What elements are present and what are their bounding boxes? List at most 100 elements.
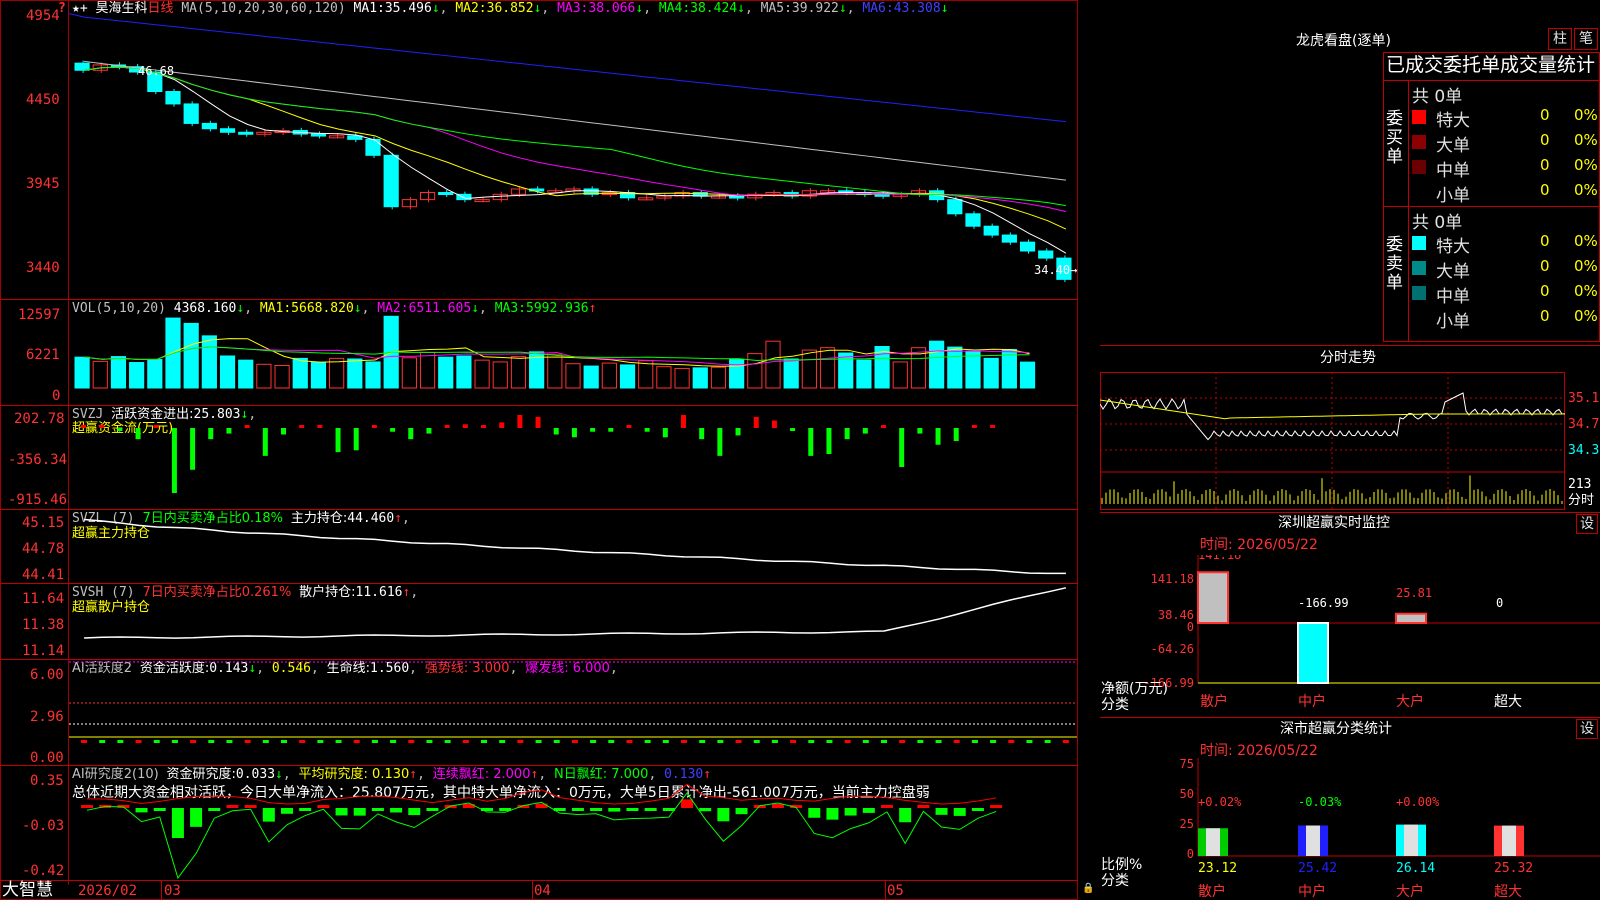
tick-view-button[interactable]: 笔 <box>1574 28 1598 50</box>
activity-bar <box>281 740 287 743</box>
flow-bar <box>499 422 505 428</box>
flow-bar <box>590 428 596 432</box>
volume-bar <box>1019 361 1036 389</box>
flow-bar <box>208 428 214 440</box>
buy-row-pct: 0% <box>1574 131 1598 149</box>
research-bar <box>644 808 657 811</box>
buy-row-value: 0 <box>1540 181 1550 199</box>
candle-body <box>201 122 217 130</box>
bar-view-button[interactable]: 柱 <box>1548 28 1572 50</box>
activity-bar <box>481 740 487 743</box>
monitor-value: -166.99 <box>1298 596 1349 610</box>
research-bar <box>281 808 293 814</box>
price-tick: 4954 <box>26 8 60 24</box>
ai-research-tick: -0.03 <box>22 818 65 834</box>
monitor-bar <box>1395 612 1427 624</box>
buy-row-value: 0 <box>1540 106 1550 124</box>
activity-bar <box>444 740 451 743</box>
activity-bar <box>571 740 578 743</box>
candle-body <box>947 199 963 215</box>
high-label: 46.68 <box>138 64 175 78</box>
activity-bar <box>626 740 633 743</box>
activity-bar <box>208 740 215 743</box>
flow-bar <box>735 428 741 436</box>
monitor-chart[interactable]: 141.1838.460-64.26-166.99141.18-166.9925… <box>1100 555 1600 710</box>
flow-bar <box>390 428 396 432</box>
ai-active-chart[interactable] <box>69 660 1077 765</box>
research-bar <box>81 805 93 808</box>
sell-row-value: 0 <box>1540 232 1550 250</box>
fund-flow-chart[interactable] <box>69 406 1077 509</box>
activity-bar <box>790 740 797 743</box>
volume-bar <box>419 351 436 389</box>
activity-bar <box>135 740 142 743</box>
price-chart[interactable] <box>69 0 1077 299</box>
candle-body <box>729 195 745 199</box>
activity-bar <box>299 740 306 743</box>
activity-bar <box>353 740 360 743</box>
activity-bar <box>699 740 706 743</box>
classify-settings-button[interactable]: 设 <box>1576 719 1598 739</box>
candle-body <box>183 103 199 124</box>
classify-time: 时间: 2026/05/22 <box>1200 743 1318 759</box>
activity-bar <box>771 740 778 743</box>
buy-color-swatch <box>1412 110 1426 124</box>
buy-row-pct: 0% <box>1574 181 1598 199</box>
vol-tick: 12597 <box>18 307 61 323</box>
volume-bar <box>474 359 490 389</box>
brand-label[interactable]: 大智慧 <box>2 882 53 899</box>
lock-icon[interactable]: 🔒 <box>1082 884 1094 894</box>
research-bar <box>371 808 384 811</box>
svzl-tick: 44.78 <box>22 541 65 557</box>
intraday-chart[interactable] <box>1100 372 1565 510</box>
volume-chart[interactable] <box>69 300 1077 405</box>
activity-bar <box>517 740 524 743</box>
research-bar <box>899 808 912 823</box>
research-bar <box>244 805 257 808</box>
activity-bar <box>262 740 269 743</box>
activity-bar <box>153 740 160 743</box>
candle-body <box>638 197 654 201</box>
activity-bar <box>553 740 560 743</box>
date-tick: 2026/02 <box>78 883 138 899</box>
svsh-tick: 11.64 <box>22 591 65 607</box>
flow-bar <box>953 428 959 441</box>
volume-bar <box>238 359 254 389</box>
candle-body <box>474 199 490 203</box>
volume-bar <box>965 351 981 389</box>
flow-bar <box>226 428 232 434</box>
classify-category: 散户 <box>1198 883 1226 900</box>
retail-hold-chart[interactable] <box>69 584 1077 659</box>
volume-bar <box>219 355 236 389</box>
sell-row-value: 0 <box>1540 307 1550 325</box>
candle-body <box>965 213 981 227</box>
activity-bar <box>190 740 197 743</box>
ma-line <box>84 60 1066 181</box>
flow-bar <box>844 428 850 440</box>
activity-bar <box>81 740 87 743</box>
activity-bar <box>735 740 742 743</box>
volume-bar <box>438 356 454 389</box>
main-hold-chart[interactable] <box>69 510 1077 583</box>
last-price-label: 34.40→ <box>1034 264 1077 276</box>
volume-bar <box>783 358 799 389</box>
classify-chart[interactable]: 75 50 25 0 +0.02% -0.03% +0.00% 23.12 25.42 26.14… <box>1100 758 1600 900</box>
intraday-price: 35.10 <box>1568 391 1600 406</box>
activity-bar <box>408 740 415 743</box>
activity-bar <box>1008 740 1015 743</box>
price-tick: 3440 <box>26 260 60 276</box>
ai-active-tick: 0.00 <box>30 750 64 766</box>
monitor-settings-button[interactable]: 设 <box>1576 514 1598 534</box>
candle-body <box>329 135 345 139</box>
last-price-value: 34.40 <box>1034 263 1071 277</box>
ai-research-chart[interactable] <box>69 766 1077 880</box>
flow-bar <box>917 428 923 434</box>
activity-bar <box>953 740 960 743</box>
volume-bar <box>638 360 654 389</box>
monitor-category: 中户 <box>1298 693 1326 710</box>
flow-bar <box>990 425 996 428</box>
flow-bar <box>426 428 432 434</box>
classify-bar-highlight <box>1502 825 1516 856</box>
monitor-bar <box>1297 622 1329 684</box>
classify-category: 中户 <box>1298 883 1326 900</box>
